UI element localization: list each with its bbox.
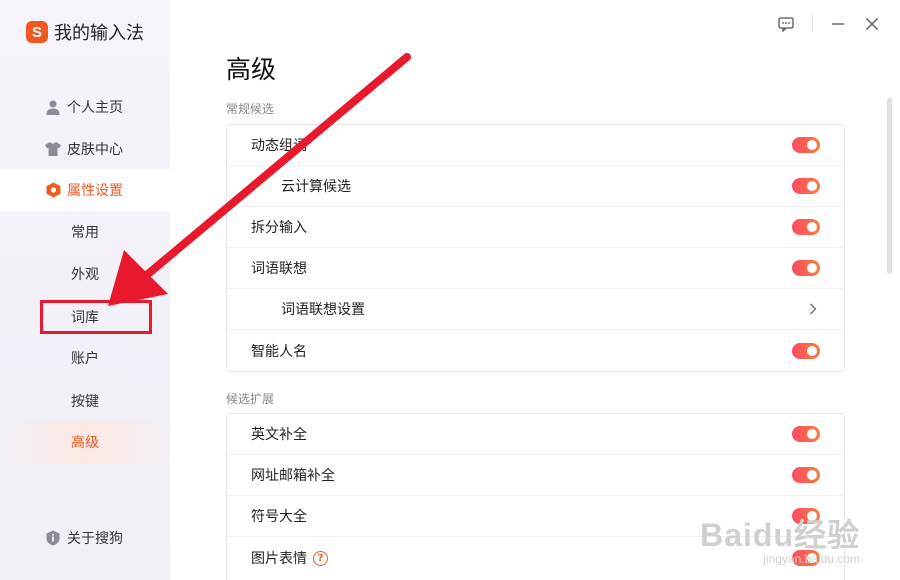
- setting-label: 网址邮箱补全: [251, 468, 335, 484]
- sidebar-item-home[interactable]: 个人主页: [0, 86, 170, 128]
- section-title-candidate-extensions: 候选扩展: [226, 392, 275, 406]
- close-button[interactable]: [862, 14, 882, 34]
- watermark: Baidu经验 jingyan.baidu.com: [700, 510, 860, 566]
- setting-label: 动态组词: [251, 138, 307, 154]
- toggle-switch[interactable]: [792, 178, 820, 194]
- toggle-switch[interactable]: [792, 342, 820, 359]
- setting-row-url-email-completion: 网址邮箱补全: [227, 455, 844, 496]
- sidebar-item-about[interactable]: 关于搜狗: [0, 517, 170, 559]
- app-logo: S 我的输入法: [26, 19, 144, 45]
- setting-label: 图片表情: [251, 550, 307, 567]
- setting-label: 云计算候选: [281, 179, 351, 195]
- setting-label: 符号大全: [251, 509, 307, 525]
- minimize-icon: [832, 23, 844, 25]
- app-title: 我的输入法: [54, 23, 144, 44]
- hexagon-settings-icon: [45, 182, 61, 198]
- sidebar-subitem-label: 高级: [71, 435, 99, 451]
- sidebar-subitem-advanced[interactable]: 高级: [0, 421, 170, 463]
- feedback-icon: [778, 16, 794, 32]
- sidebar-subitem-label: 账户: [71, 351, 99, 367]
- sidebar-item-settings[interactable]: 属性设置: [0, 169, 170, 211]
- close-icon: [866, 18, 878, 30]
- setting-row-split-input: 拆分输入: [227, 207, 844, 248]
- setting-label: 词语联想: [251, 261, 307, 277]
- feedback-button[interactable]: [776, 14, 796, 34]
- sidebar-subitem-label: 常用: [71, 225, 99, 241]
- user-icon: [45, 99, 61, 115]
- sidebar-item-label: 个人主页: [67, 100, 123, 116]
- setting-label: 智能人名: [251, 343, 307, 360]
- sidebar-subitem-common[interactable]: 常用: [0, 211, 170, 253]
- annotation-highlight-box: [40, 300, 152, 334]
- setting-row-word-association: 词语联想: [227, 248, 844, 289]
- setting-row-smart-names: 智能人名: [227, 330, 844, 371]
- setting-row-dynamic-words: 动态组词: [227, 125, 844, 166]
- chevron-right-icon[interactable]: [808, 302, 818, 316]
- setting-row-word-association-settings[interactable]: 词语联想设置: [227, 289, 844, 330]
- sogou-logo-icon: S: [26, 21, 48, 43]
- setting-row-cloud-candidates: 云计算候选: [227, 166, 844, 207]
- settings-card-general: 动态组词 云计算候选 拆分输入 词语联想 词语联想设置 智能人名: [226, 124, 845, 372]
- setting-row-english-completion: 英文补全: [227, 414, 844, 455]
- setting-label: 拆分输入: [251, 220, 307, 236]
- watermark-logo: Baidu经验: [700, 517, 860, 553]
- setting-label: 英文补全: [251, 427, 307, 443]
- sidebar: S 我的输入法 个人主页 皮肤中心 属性设置 常用 外观 词库 账户 按键 高级: [0, 0, 170, 580]
- sidebar-subitem-account[interactable]: 账户: [0, 337, 170, 379]
- sidebar-subitem-appearance[interactable]: 外观: [0, 253, 170, 295]
- setting-label-with-help: 图片表情?: [251, 548, 328, 568]
- help-icon[interactable]: ?: [313, 551, 328, 566]
- toggle-switch[interactable]: [792, 219, 820, 235]
- toggle-switch[interactable]: [792, 426, 820, 442]
- sidebar-item-skins[interactable]: 皮肤中心: [0, 128, 170, 170]
- scrollbar-thumb[interactable]: [887, 98, 892, 274]
- sidebar-item-label: 关于搜狗: [67, 531, 123, 547]
- page-title: 高级: [226, 55, 277, 84]
- sidebar-subitem-keys[interactable]: 按键: [0, 380, 170, 422]
- window-controls-divider: [812, 14, 813, 32]
- setting-label: 词语联想设置: [281, 302, 365, 318]
- toggle-switch[interactable]: [792, 467, 820, 483]
- sidebar-subitem-label: 外观: [71, 267, 99, 283]
- minimize-button[interactable]: [828, 14, 848, 34]
- section-title-general-candidates: 常规候选: [226, 102, 275, 116]
- toggle-switch[interactable]: [792, 137, 820, 153]
- info-shield-icon: [45, 530, 61, 546]
- sidebar-item-label: 皮肤中心: [67, 142, 123, 158]
- sidebar-item-label: 属性设置: [67, 183, 123, 199]
- shirt-icon: [45, 141, 61, 157]
- toggle-switch[interactable]: [792, 260, 820, 276]
- sidebar-subitem-label: 按键: [71, 394, 99, 410]
